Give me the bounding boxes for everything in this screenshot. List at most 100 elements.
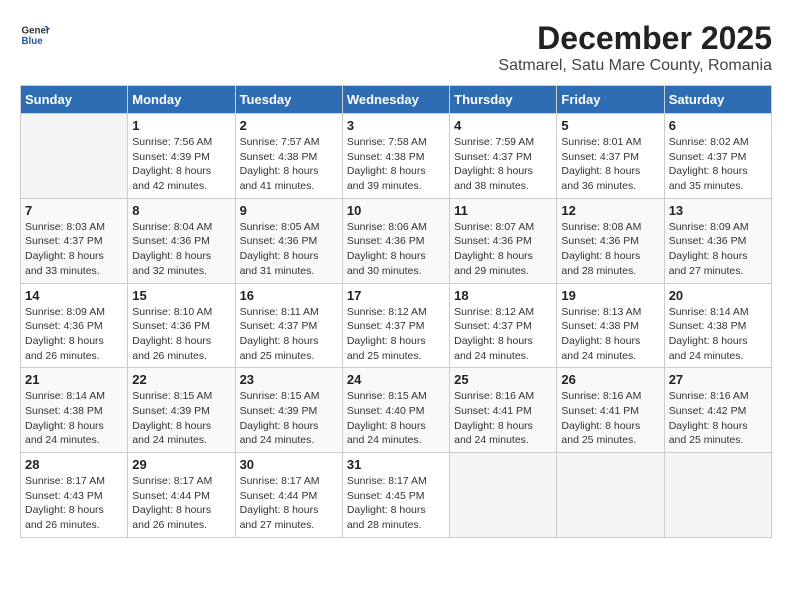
day-info: Sunrise: 8:12 AM Sunset: 4:37 PM Dayligh… [347,305,445,364]
table-row: 17Sunrise: 8:12 AM Sunset: 4:37 PM Dayli… [342,283,449,368]
table-row: 15 Sunrise: 8:10 AM Sunset: 4:36 PM Dayli… [128,283,235,368]
day-number: 25 [454,372,552,387]
day-number: 7 [25,203,123,218]
table-row: 22 Sunrise: 8:15 AM Sunset: 4:39 PM Dayli… [128,368,235,453]
day-info: Sunrise: 8:16 AM Sunset: 4:42 PM Dayligh… [669,389,767,448]
header-thursday: Thursday [450,86,557,114]
day-number: 5 [561,118,659,133]
day-info: Sunrise: 7:59 AM Sunset: 4:37 PM Dayligh… [454,135,552,194]
calendar-week-row: 14 Sunrise: 8:09 AM Sunset: 4:36 PM Dayli… [21,283,772,368]
table-row: 31 Sunrise: 8:17 AM Sunset: 4:45 PM Dayli… [342,453,449,538]
day-number: 11 [454,203,552,218]
logo: General Blue [20,20,50,50]
day-info: Sunrise: 8:01 AM Sunset: 4:37 PM Dayligh… [561,135,659,194]
calendar-week-row: 28 Sunrise: 8:17 AM Sunset: 4:43 PM Dayli… [21,453,772,538]
table-row: 10 Sunrise: 8:06 AM Sunset: 4:36 PM Dayli… [342,198,449,283]
header-tuesday: Tuesday [235,86,342,114]
table-row: 27 Sunrise: 8:16 AM Sunset: 4:42 PM Dayli… [664,368,771,453]
day-info: Sunrise: 8:09 AM Sunset: 4:36 PM Dayligh… [669,220,767,279]
calendar-subtitle: Satmarel, Satu Mare County, Romania [498,57,772,75]
table-row [450,453,557,538]
day-number: 3 [347,118,445,133]
table-row: 21 Sunrise: 8:14 AM Sunset: 4:38 PM Dayli… [21,368,128,453]
table-row: 26Sunrise: 8:16 AM Sunset: 4:41 PM Dayli… [557,368,664,453]
table-row: 28 Sunrise: 8:17 AM Sunset: 4:43 PM Dayli… [21,453,128,538]
table-row: 5 Sunrise: 8:01 AM Sunset: 4:37 PM Daylig… [557,114,664,199]
day-info: Sunrise: 8:11 AM Sunset: 4:37 PM Dayligh… [240,305,338,364]
header-saturday: Saturday [664,86,771,114]
table-row: 11 Sunrise: 8:07 AM Sunset: 4:36 PM Dayli… [450,198,557,283]
table-row [557,453,664,538]
day-info: Sunrise: 8:02 AM Sunset: 4:37 PM Dayligh… [669,135,767,194]
day-number: 9 [240,203,338,218]
day-number: 27 [669,372,767,387]
day-info: Sunrise: 7:57 AM Sunset: 4:38 PM Dayligh… [240,135,338,194]
header-wednesday: Wednesday [342,86,449,114]
day-info: Sunrise: 8:05 AM Sunset: 4:36 PM Dayligh… [240,220,338,279]
day-number: 8 [132,203,230,218]
day-info: Sunrise: 8:15 AM Sunset: 4:39 PM Dayligh… [132,389,230,448]
table-row: 1Sunrise: 7:56 AM Sunset: 4:39 PM Daylig… [128,114,235,199]
day-info: Sunrise: 8:17 AM Sunset: 4:44 PM Dayligh… [240,474,338,533]
table-row: 20Sunrise: 8:14 AM Sunset: 4:38 PM Dayli… [664,283,771,368]
day-number: 28 [25,457,123,472]
table-row: 29Sunrise: 8:17 AM Sunset: 4:44 PM Dayli… [128,453,235,538]
day-info: Sunrise: 8:14 AM Sunset: 4:38 PM Dayligh… [25,389,123,448]
page-header: General Blue December 2025 Satmarel, Sat… [20,20,772,75]
day-info: Sunrise: 8:09 AM Sunset: 4:36 PM Dayligh… [25,305,123,364]
day-info: Sunrise: 7:58 AM Sunset: 4:38 PM Dayligh… [347,135,445,194]
calendar-week-row: 1Sunrise: 7:56 AM Sunset: 4:39 PM Daylig… [21,114,772,199]
day-number: 2 [240,118,338,133]
day-number: 24 [347,372,445,387]
day-number: 21 [25,372,123,387]
day-number: 19 [561,288,659,303]
table-row: 23Sunrise: 8:15 AM Sunset: 4:39 PM Dayli… [235,368,342,453]
day-number: 10 [347,203,445,218]
day-info: Sunrise: 8:06 AM Sunset: 4:36 PM Dayligh… [347,220,445,279]
day-info: Sunrise: 8:07 AM Sunset: 4:36 PM Dayligh… [454,220,552,279]
table-row [664,453,771,538]
day-number: 4 [454,118,552,133]
table-row: 4 Sunrise: 7:59 AM Sunset: 4:37 PM Daylig… [450,114,557,199]
title-section: December 2025 Satmarel, Satu Mare County… [498,20,772,75]
calendar-week-row: 7 Sunrise: 8:03 AM Sunset: 4:37 PM Daylig… [21,198,772,283]
day-info: Sunrise: 8:03 AM Sunset: 4:37 PM Dayligh… [25,220,123,279]
day-info: Sunrise: 8:15 AM Sunset: 4:40 PM Dayligh… [347,389,445,448]
day-info: Sunrise: 8:04 AM Sunset: 4:36 PM Dayligh… [132,220,230,279]
header-monday: Monday [128,86,235,114]
day-number: 15 [132,288,230,303]
calendar-title: December 2025 [498,20,772,57]
logo-icon: General Blue [20,20,50,50]
table-row: 14 Sunrise: 8:09 AM Sunset: 4:36 PM Dayli… [21,283,128,368]
table-row: 16 Sunrise: 8:11 AM Sunset: 4:37 PM Dayli… [235,283,342,368]
header-friday: Friday [557,86,664,114]
table-row: 8 Sunrise: 8:04 AM Sunset: 4:36 PM Daylig… [128,198,235,283]
day-info: Sunrise: 8:17 AM Sunset: 4:43 PM Dayligh… [25,474,123,533]
day-number: 23 [240,372,338,387]
table-row: 30Sunrise: 8:17 AM Sunset: 4:44 PM Dayli… [235,453,342,538]
day-info: Sunrise: 8:16 AM Sunset: 4:41 PM Dayligh… [454,389,552,448]
table-row: 9 Sunrise: 8:05 AM Sunset: 4:36 PM Daylig… [235,198,342,283]
table-row: 18Sunrise: 8:12 AM Sunset: 4:37 PM Dayli… [450,283,557,368]
calendar-week-row: 21 Sunrise: 8:14 AM Sunset: 4:38 PM Dayli… [21,368,772,453]
calendar-header-row: Sunday Monday Tuesday Wednesday Thursday… [21,86,772,114]
day-number: 12 [561,203,659,218]
day-info: Sunrise: 7:56 AM Sunset: 4:39 PM Dayligh… [132,135,230,194]
table-row: 6Sunrise: 8:02 AM Sunset: 4:37 PM Daylig… [664,114,771,199]
day-info: Sunrise: 8:16 AM Sunset: 4:41 PM Dayligh… [561,389,659,448]
day-info: Sunrise: 8:13 AM Sunset: 4:38 PM Dayligh… [561,305,659,364]
day-info: Sunrise: 8:17 AM Sunset: 4:45 PM Dayligh… [347,474,445,533]
day-info: Sunrise: 8:17 AM Sunset: 4:44 PM Dayligh… [132,474,230,533]
day-number: 22 [132,372,230,387]
day-number: 14 [25,288,123,303]
table-row: 7 Sunrise: 8:03 AM Sunset: 4:37 PM Daylig… [21,198,128,283]
day-info: Sunrise: 8:14 AM Sunset: 4:38 PM Dayligh… [669,305,767,364]
table-row: 13Sunrise: 8:09 AM Sunset: 4:36 PM Dayli… [664,198,771,283]
table-row [21,114,128,199]
table-row: 25 Sunrise: 8:16 AM Sunset: 4:41 PM Dayli… [450,368,557,453]
table-row: 19 Sunrise: 8:13 AM Sunset: 4:38 PM Dayli… [557,283,664,368]
day-info: Sunrise: 8:10 AM Sunset: 4:36 PM Dayligh… [132,305,230,364]
header-sunday: Sunday [21,86,128,114]
day-number: 16 [240,288,338,303]
day-number: 31 [347,457,445,472]
